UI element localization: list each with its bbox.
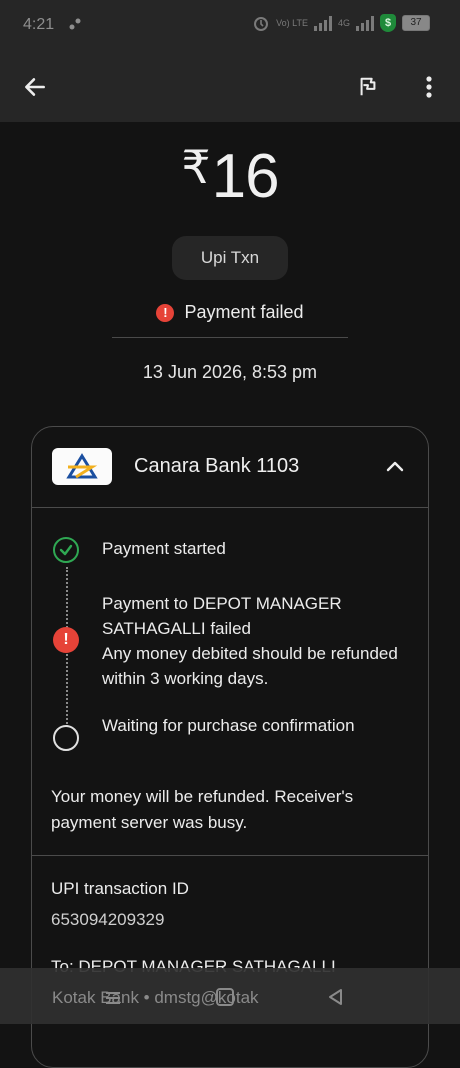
status-bar: 4:21 Vo) LTE 4G $ 37	[0, 0, 460, 52]
amount-value: 16	[211, 142, 280, 211]
card-divider	[32, 507, 428, 508]
txn-id-value: 653094209329	[51, 910, 165, 929]
transaction-type-chip: Upi Txn	[172, 236, 288, 280]
transaction-details: ₹16 Upi Txn ! Payment failed 13 Jun 2026…	[0, 122, 460, 1068]
error-icon: !	[156, 303, 175, 322]
app-bar	[0, 52, 460, 122]
bank-logo-icon	[52, 448, 112, 485]
signal-2-icon	[356, 15, 374, 31]
txn-id-label: UPI transaction ID	[51, 879, 189, 898]
flag-icon	[360, 77, 376, 96]
bottom-account-bar[interactable]: Kotak Bank • dmstg@kotak	[0, 968, 460, 1024]
arrow-left-icon	[25, 78, 45, 96]
more-vert-icon	[426, 76, 432, 98]
notification-dots-icon	[69, 18, 81, 30]
signal-icon	[313, 15, 332, 31]
currency-symbol: ₹	[181, 141, 210, 193]
recents-nav-icon[interactable]	[106, 992, 120, 1007]
step-title: Waiting for purchase confirmation	[102, 716, 355, 735]
amount: ₹16	[0, 140, 460, 212]
timeline-step: Payment to DEPOT MANAGER SATHAGALLI fail…	[102, 591, 402, 691]
payment-status-text: Payment failed	[184, 302, 304, 322]
bank-account-name: Canara Bank 1103	[134, 455, 300, 477]
chevron-up-icon	[386, 461, 404, 472]
status-time: 4:21	[23, 16, 55, 33]
card-divider	[32, 855, 428, 856]
volte-label: Vo) LTE	[276, 18, 308, 28]
network-4g-label: 4G	[337, 18, 350, 28]
timeline-step: Payment started	[102, 536, 402, 561]
back-button[interactable]	[14, 66, 56, 108]
payment-status: ! Payment failed	[0, 302, 460, 323]
step-detail: Any money debited should be refunded wit…	[102, 644, 398, 688]
home-nav-icon[interactable]	[216, 988, 234, 1006]
check-circle-icon	[53, 537, 79, 563]
more-options-button[interactable]	[408, 66, 450, 108]
timeline-step: Waiting for purchase confirmation	[102, 713, 402, 738]
back-nav-icon[interactable]	[327, 988, 345, 1006]
security-shield-icon: $	[380, 14, 396, 32]
error-icon: !	[53, 627, 79, 653]
bank-header[interactable]: Canara Bank 1103	[32, 427, 428, 507]
pending-circle-icon	[53, 725, 79, 751]
collapse-button[interactable]	[380, 451, 410, 481]
transaction-date: 13 Jun 2026, 8:53 pm	[142, 362, 318, 382]
divider	[112, 337, 348, 338]
step-title: Payment started	[102, 539, 226, 558]
battery-icon: 37	[402, 15, 430, 31]
report-button[interactable]	[347, 66, 389, 108]
status-indicators: Vo) LTE 4G $ 37	[252, 14, 430, 32]
alarm-icon	[254, 17, 269, 31]
refund-note: Your money will be refunded. Receiver's …	[51, 787, 354, 832]
step-title: Payment to DEPOT MANAGER SATHAGALLI fail…	[102, 594, 342, 638]
